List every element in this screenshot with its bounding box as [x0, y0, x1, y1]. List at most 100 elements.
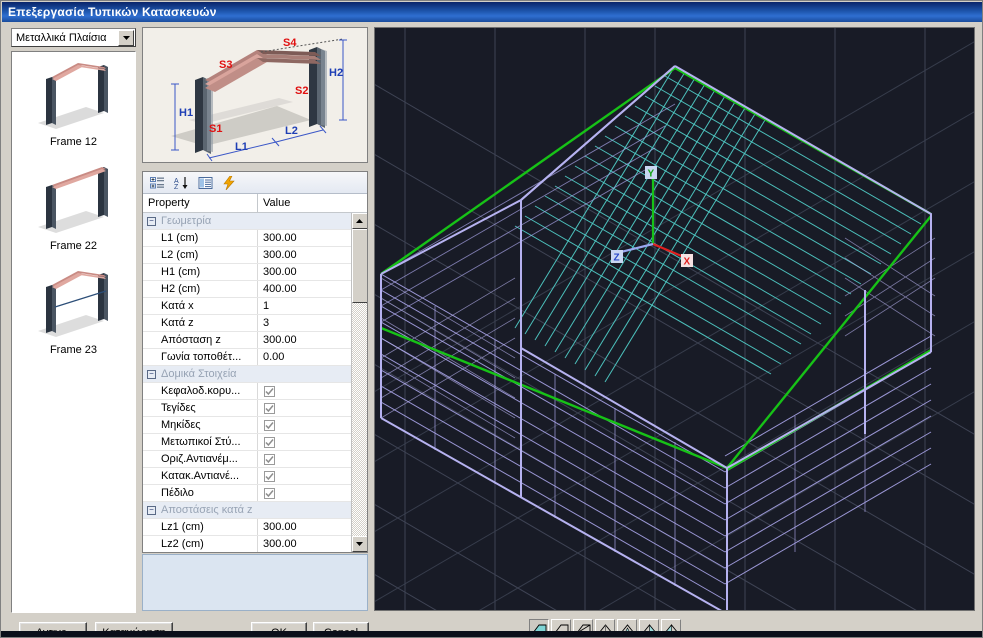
- checkbox-checked[interactable]: [264, 436, 275, 448]
- minus-icon[interactable]: −: [147, 369, 156, 379]
- table-row[interactable]: Γωνία τοποθέτ... 0.00: [143, 349, 351, 366]
- property-value[interactable]: 300.00: [258, 332, 351, 348]
- property-category-row[interactable]: − Αποστάσεις κατά z: [143, 502, 351, 519]
- category-label: Γεωμετρία: [161, 215, 212, 227]
- property-name: Πέδιλο: [143, 485, 258, 501]
- table-row[interactable]: Οριζ.Αντιανέμ...: [143, 451, 351, 468]
- list-item[interactable]: Frame 23: [12, 260, 135, 364]
- property-value[interactable]: 300.00: [258, 247, 351, 263]
- scrollbar-track[interactable]: [351, 229, 367, 536]
- table-row[interactable]: H1 (cm) 300.00: [143, 264, 351, 281]
- 3d-viewport[interactable]: Y X Z: [374, 27, 975, 611]
- property-pages-icon[interactable]: [196, 174, 214, 192]
- column-header-property: Property: [143, 194, 258, 212]
- property-value[interactable]: 400.00: [258, 281, 351, 297]
- table-row[interactable]: Κατά x 1: [143, 298, 351, 315]
- property-value[interactable]: 0.00: [258, 349, 351, 365]
- axis-label-z: Z: [614, 253, 620, 264]
- table-row[interactable]: Lz2 (cm) 300.00: [143, 536, 351, 552]
- table-row[interactable]: Μηκίδες: [143, 417, 351, 434]
- property-name: Κατά x: [143, 298, 258, 314]
- property-name: Μηκίδες: [143, 417, 258, 433]
- checkbox-checked[interactable]: [264, 453, 275, 465]
- window-bottom-edge: [1, 631, 982, 637]
- list-item[interactable]: Frame 22: [12, 156, 135, 260]
- checkbox-checked[interactable]: [264, 419, 275, 431]
- triangle-down-icon[interactable]: [351, 536, 367, 552]
- frame-22-thumbnail: [37, 167, 108, 233]
- table-row[interactable]: Τεγίδες: [143, 400, 351, 417]
- property-name: Μετωπικοί Στύ...: [143, 434, 258, 450]
- checkbox-checked[interactable]: [264, 385, 275, 397]
- property-name: H1 (cm): [143, 264, 258, 280]
- diagram-label-s3: S3: [219, 59, 232, 71]
- property-name: Κατά z: [143, 315, 258, 331]
- property-name: L1 (cm): [143, 230, 258, 246]
- table-row[interactable]: Απόσταση z 300.00: [143, 332, 351, 349]
- axis-label-y: Y: [648, 169, 655, 180]
- property-value[interactable]: 300.00: [258, 230, 351, 246]
- dialog-window: Επεξεργασία Τυπικών Κατασκευών Μεταλλικά…: [0, 0, 983, 638]
- checkbox-checked[interactable]: [264, 470, 275, 482]
- property-name: Lz2 (cm): [143, 536, 258, 552]
- table-row[interactable]: Πέδιλο: [143, 485, 351, 502]
- alphabetical-sort-icon[interactable]: A Z: [172, 174, 190, 192]
- list-item[interactable]: Frame 12: [12, 52, 135, 156]
- property-name: Οριζ.Αντιανέμ...: [143, 451, 258, 467]
- diagram-label-l2: L2: [285, 125, 298, 137]
- axis-label-x: X: [684, 257, 691, 268]
- checkbox-checked[interactable]: [264, 402, 275, 414]
- property-name: Lz1 (cm): [143, 519, 258, 535]
- column-header-value: Value: [263, 197, 291, 209]
- structure-type-dropdown[interactable]: Μεταλλικά Πλαίσια: [11, 28, 136, 47]
- structure-type-value: Μεταλλικά Πλαίσια: [16, 31, 107, 44]
- property-grid-toolbar: A Z: [143, 172, 367, 194]
- table-row[interactable]: Κεφαλοδ.κορυ...: [143, 383, 351, 400]
- table-row[interactable]: Κατά z 3: [143, 315, 351, 332]
- diagram-label-l1: L1: [235, 141, 248, 153]
- diagram-label-h1: H1: [179, 107, 193, 119]
- list-item-label: Frame 23: [49, 344, 98, 356]
- table-row[interactable]: Κατακ.Αντιανέ...: [143, 468, 351, 485]
- property-value[interactable]: 1: [258, 298, 351, 314]
- triangle-up-icon[interactable]: [351, 213, 367, 229]
- category-label: Αποστάσεις κατά z: [161, 504, 253, 516]
- property-description-pane: [142, 554, 368, 611]
- scrollbar-thumb[interactable]: [351, 229, 367, 303]
- frame-list[interactable]: Frame 12 Frame 22 Frame 23: [11, 51, 136, 613]
- frame-dimension-diagram: H1 H2 L1 L2 S1 S2 S3 S4: [142, 27, 368, 163]
- diagram-label-s2: S2: [295, 85, 308, 97]
- table-row[interactable]: L2 (cm) 300.00: [143, 247, 351, 264]
- property-category-row[interactable]: − Δομικά Στοιχεία: [143, 366, 351, 383]
- property-value[interactable]: 3: [258, 315, 351, 331]
- minus-icon[interactable]: −: [147, 216, 156, 226]
- property-name: Απόσταση z: [143, 332, 258, 348]
- property-name: Γωνία τοποθέτ...: [143, 349, 258, 365]
- property-value[interactable]: 300.00: [258, 264, 351, 280]
- property-category-row[interactable]: − Γεωμετρία: [143, 213, 351, 230]
- property-grid-rows[interactable]: − Γεωμετρία L1 (cm) 300.00 L2 (cm) 300.0…: [143, 213, 351, 552]
- events-lightning-icon[interactable]: [220, 174, 238, 192]
- property-name: H2 (cm): [143, 281, 258, 297]
- property-value[interactable]: 300.00: [258, 536, 351, 552]
- frame-12-thumbnail: [37, 63, 108, 129]
- diagram-label-h2: H2: [329, 67, 343, 79]
- category-label: Δομικά Στοιχεία: [161, 368, 237, 380]
- table-row[interactable]: H2 (cm) 400.00: [143, 281, 351, 298]
- property-value[interactable]: 300.00: [258, 519, 351, 535]
- categorized-icon[interactable]: [148, 174, 166, 192]
- table-row[interactable]: Lz1 (cm) 300.00: [143, 519, 351, 536]
- property-name: Τεγίδες: [143, 400, 258, 416]
- property-name: L2 (cm): [143, 247, 258, 263]
- frame-23-thumbnail: [37, 271, 108, 337]
- table-row[interactable]: L1 (cm) 300.00: [143, 230, 351, 247]
- checkbox-checked[interactable]: [264, 487, 275, 499]
- minus-icon[interactable]: −: [147, 505, 156, 515]
- chevron-down-icon[interactable]: [118, 29, 134, 46]
- table-row[interactable]: Μετωπικοί Στύ...: [143, 434, 351, 451]
- svg-text:Z: Z: [174, 184, 179, 190]
- list-item-label: Frame 12: [49, 136, 98, 148]
- property-grid-scrollbar[interactable]: [351, 213, 367, 552]
- window-title-bar: Επεξεργασία Τυπικών Κατασκευών: [2, 2, 982, 22]
- property-grid[interactable]: A Z Property Value − Γεωμετρία L1 (cm) 3…: [142, 171, 368, 553]
